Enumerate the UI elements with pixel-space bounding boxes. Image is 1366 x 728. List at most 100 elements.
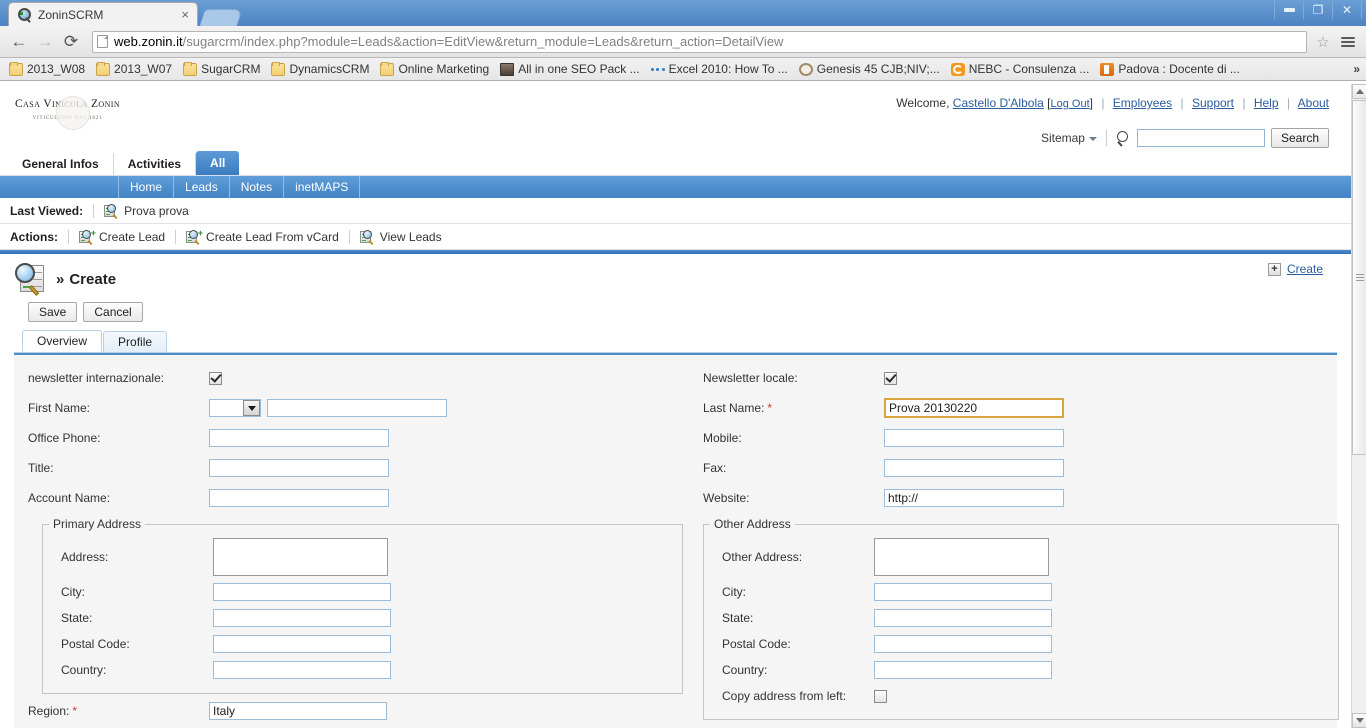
bookmark-item[interactable]: Online Marketing xyxy=(375,61,494,77)
logout-link[interactable]: Log Out xyxy=(1050,98,1089,110)
account-name-input[interactable] xyxy=(209,489,389,507)
current-user-link[interactable]: Castello D'Albola xyxy=(953,96,1044,110)
bookmark-item[interactable]: SugarCRM xyxy=(178,61,265,77)
website-input[interactable] xyxy=(884,489,1064,507)
last-name-input[interactable] xyxy=(884,398,1064,418)
search-button[interactable]: Search xyxy=(1270,128,1329,148)
search-icon xyxy=(1116,130,1131,146)
office-phone-input[interactable] xyxy=(209,429,389,447)
action-view-leads[interactable]: View Leads xyxy=(359,229,442,245)
form-column-right: Newsletter locale: Last Name:* Mobil xyxy=(691,363,1347,728)
create-shortcut[interactable]: + Create xyxy=(1267,262,1323,276)
fax-input[interactable] xyxy=(884,459,1064,477)
action-label: Create Lead xyxy=(99,229,166,244)
primary-postal-code-input[interactable] xyxy=(213,635,391,653)
back-icon[interactable]: ← xyxy=(6,29,32,55)
primary-state-input[interactable] xyxy=(213,609,391,627)
bookmark-item[interactable]: Excel 2010: How To ... xyxy=(646,61,793,77)
field-label: Country: xyxy=(722,663,768,677)
field-label: Website: xyxy=(703,491,750,505)
salutation-select[interactable] xyxy=(209,399,261,417)
page-info-icon xyxy=(97,35,108,48)
browser-tab[interactable]: ZoninSCRM × xyxy=(8,2,198,26)
url-path: /sugarcrm/index.php?module=Leads&action=… xyxy=(182,34,784,49)
forward-icon[interactable]: → xyxy=(32,29,58,55)
primary-city-input[interactable] xyxy=(213,583,391,601)
bookmark-item[interactable]: All in one SEO Pack ... xyxy=(495,61,644,77)
window-controls: ❐ ✕ xyxy=(1274,1,1362,19)
form-action-buttons: Save Cancel xyxy=(28,302,1337,322)
tab-all[interactable]: All xyxy=(196,151,240,175)
subtab-inetmaps[interactable]: inetMAPS xyxy=(284,176,361,198)
close-icon[interactable]: ✕ xyxy=(1332,1,1362,19)
bookmark-item[interactable]: 2013_W08 xyxy=(4,61,90,77)
field-region: Region: * Italy xyxy=(24,698,683,724)
book-icon xyxy=(1100,62,1115,76)
subtab-leads[interactable]: Leads xyxy=(174,176,230,198)
tab-general-infos[interactable]: General Infos xyxy=(8,153,114,175)
support-link[interactable]: Support xyxy=(1192,96,1234,110)
save-button[interactable]: Save xyxy=(28,302,78,322)
minimize-icon[interactable] xyxy=(1274,1,1304,19)
new-tab-button[interactable] xyxy=(199,9,243,26)
help-link[interactable]: Help xyxy=(1254,96,1279,110)
region-select[interactable]: Italy xyxy=(209,702,387,720)
welcome-bar: Welcome, Castello D'Albola [Log Out] | E… xyxy=(896,96,1329,110)
bookmark-star-icon[interactable]: ☆ xyxy=(1312,31,1334,53)
newsletter-locale-checkbox[interactable] xyxy=(884,371,897,385)
field-title: Title: xyxy=(24,453,683,483)
subtab-home[interactable]: Home xyxy=(118,176,175,198)
close-icon[interactable]: × xyxy=(181,8,189,21)
folder-icon xyxy=(96,61,111,76)
bookmark-label: Excel 2010: How To ... xyxy=(668,62,788,76)
other-postal-code-input[interactable] xyxy=(874,635,1052,653)
mobile-input[interactable] xyxy=(884,429,1064,447)
other-country-input[interactable] xyxy=(874,661,1052,679)
primary-address-textarea[interactable] xyxy=(213,538,388,576)
copy-address-checkbox[interactable] xyxy=(874,689,887,703)
page-scrollbar[interactable] xyxy=(1351,84,1366,728)
action-create-lead[interactable]: + Create Lead xyxy=(79,228,166,245)
field-mobile: Mobile: xyxy=(699,423,1339,453)
bookmarks-overflow-icon[interactable]: » xyxy=(1353,62,1360,76)
browser-menu-icon[interactable] xyxy=(1336,31,1360,53)
sitemap-menu[interactable]: Sitemap xyxy=(1041,131,1097,145)
chevron-down-icon xyxy=(1088,136,1097,141)
bookmark-item[interactable]: NEBC - Consulenza ... xyxy=(946,61,1095,77)
bookmark-item[interactable]: Padova : Docente di ... xyxy=(1095,61,1244,77)
first-name-input[interactable] xyxy=(267,399,447,417)
required-marker: * xyxy=(767,401,773,415)
address-bar[interactable]: web.zonin.it/sugarcrm/index.php?module=L… xyxy=(92,30,1307,53)
primary-country-input[interactable] xyxy=(213,661,391,679)
other-state-input[interactable] xyxy=(874,609,1052,627)
other-address-textarea[interactable] xyxy=(874,538,1049,576)
global-search-input[interactable] xyxy=(1136,129,1265,147)
field-label: Postal Code: xyxy=(61,637,130,651)
scroll-down-arrow-icon[interactable] xyxy=(1352,713,1366,728)
bookmark-item[interactable]: 2013_W07 xyxy=(91,61,177,77)
divider xyxy=(93,203,95,218)
bookmark-item[interactable]: Genesis 45 CJB;NIV;... xyxy=(794,61,945,77)
about-link[interactable]: About xyxy=(1298,96,1329,110)
scroll-up-arrow-icon[interactable] xyxy=(1352,84,1366,99)
create-shortcut-link[interactable]: Create xyxy=(1287,262,1323,276)
last-viewed-item[interactable]: Prova prova xyxy=(104,203,189,219)
field-label: First Name: xyxy=(28,401,91,415)
restore-icon[interactable]: ❐ xyxy=(1303,1,1333,19)
bookmark-item[interactable]: DynamicsCRM xyxy=(266,61,374,77)
newsletter-internazionale-checkbox[interactable] xyxy=(209,371,222,385)
subtab-notes[interactable]: Notes xyxy=(230,176,285,198)
title-input[interactable] xyxy=(209,459,389,477)
other-address-group: Other Address Other Address: City: State… xyxy=(703,517,1339,720)
cancel-button[interactable]: Cancel xyxy=(83,302,143,322)
other-city-input[interactable] xyxy=(874,583,1052,601)
scrollbar-thumb[interactable] xyxy=(1352,100,1366,455)
reload-icon[interactable]: ⟳ xyxy=(58,29,84,55)
employees-link[interactable]: Employees xyxy=(1113,96,1172,110)
tab-profile[interactable]: Profile xyxy=(103,331,168,352)
action-create-lead-from-vcard[interactable]: + Create Lead From vCard xyxy=(186,228,339,245)
browser-tab-strip: ZoninSCRM × xyxy=(8,0,243,26)
tab-activities[interactable]: Activities xyxy=(113,153,197,175)
tab-overview[interactable]: Overview xyxy=(22,330,103,352)
bookmark-label: 2013_W07 xyxy=(114,62,173,76)
